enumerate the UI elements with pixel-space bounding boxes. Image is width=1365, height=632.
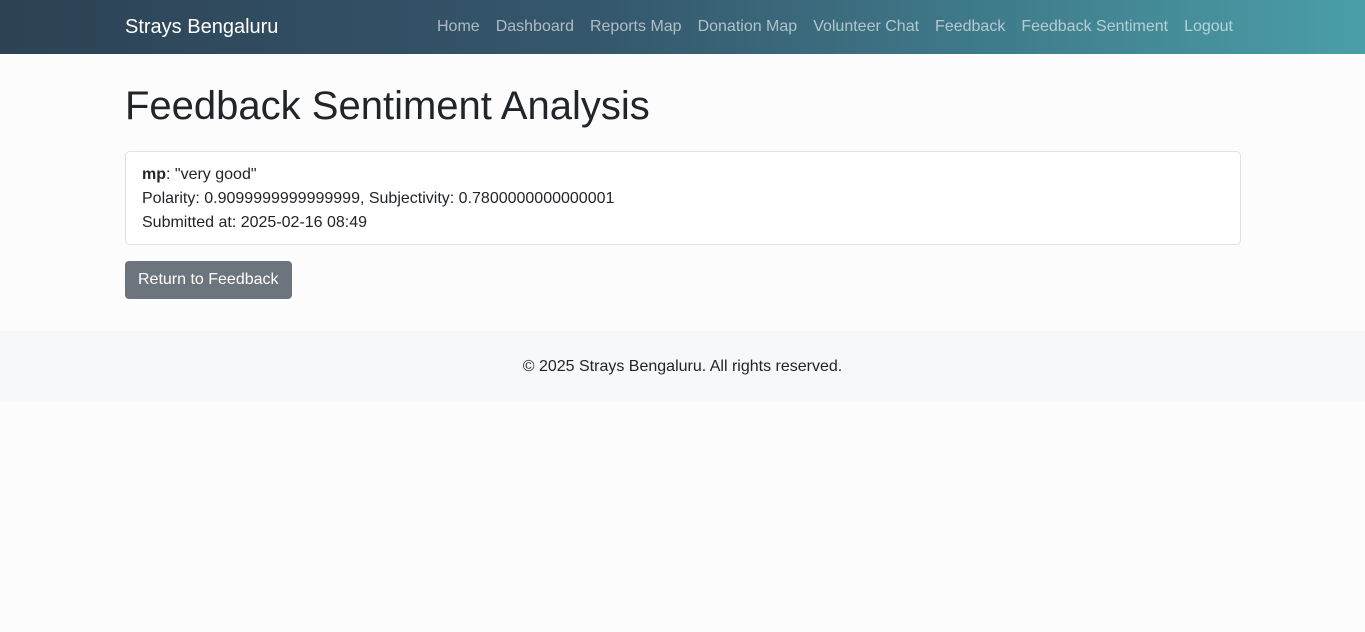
- nav-link-reports-map[interactable]: Reports Map: [582, 18, 690, 36]
- nav-link-dashboard[interactable]: Dashboard: [488, 18, 582, 36]
- footer-copyright: © 2025 Strays Bengaluru. All rights rese…: [522, 357, 843, 375]
- feedback-card: mp: "very good" Polarity: 0.909999999999…: [125, 151, 1241, 245]
- nav-link-donation-map[interactable]: Donation Map: [690, 18, 806, 36]
- nav-link-feedback-sentiment[interactable]: Feedback Sentiment: [1013, 18, 1176, 36]
- nav-links: Home Dashboard Reports Map Donation Map …: [429, 18, 1241, 36]
- footer: © 2025 Strays Bengaluru. All rights rese…: [0, 331, 1365, 402]
- return-to-feedback-button[interactable]: Return to Feedback: [125, 261, 292, 299]
- submitted-line: Submitted at: 2025-02-16 08:49: [142, 211, 1224, 235]
- feedback-author: mp: [142, 166, 166, 183]
- navbar-inner: Strays Bengaluru Home Dashboard Reports …: [125, 0, 1241, 54]
- nav-link-volunteer-chat[interactable]: Volunteer Chat: [805, 18, 927, 36]
- brand-link[interactable]: Strays Bengaluru: [125, 16, 278, 39]
- polarity-label: Polarity:: [142, 190, 205, 207]
- submitted-label: Submitted at:: [142, 214, 241, 231]
- submitted-at: 2025-02-16 08:49: [240, 214, 368, 231]
- page-title: Feedback Sentiment Analysis: [125, 84, 650, 128]
- subjectivity-value: 0.7800000000000001: [458, 190, 615, 207]
- feedback-text: "very good": [174, 166, 257, 183]
- nav-link-feedback[interactable]: Feedback: [927, 18, 1013, 36]
- nav-link-home[interactable]: Home: [429, 18, 488, 36]
- navbar: Strays Bengaluru Home Dashboard Reports …: [0, 0, 1365, 54]
- sentiment-line: Polarity: 0.9099999999999999, Subjectivi…: [142, 187, 1224, 211]
- subjectivity-label: , Subjectivity:: [359, 190, 459, 207]
- polarity-value: 0.9099999999999999: [204, 190, 360, 207]
- main-content: Feedback Sentiment Analysis mp: "very go…: [125, 84, 1241, 299]
- feedback-line: mp: "very good": [142, 163, 1224, 187]
- feedback-separator: :: [166, 166, 175, 183]
- nav-link-logout[interactable]: Logout: [1176, 18, 1241, 36]
